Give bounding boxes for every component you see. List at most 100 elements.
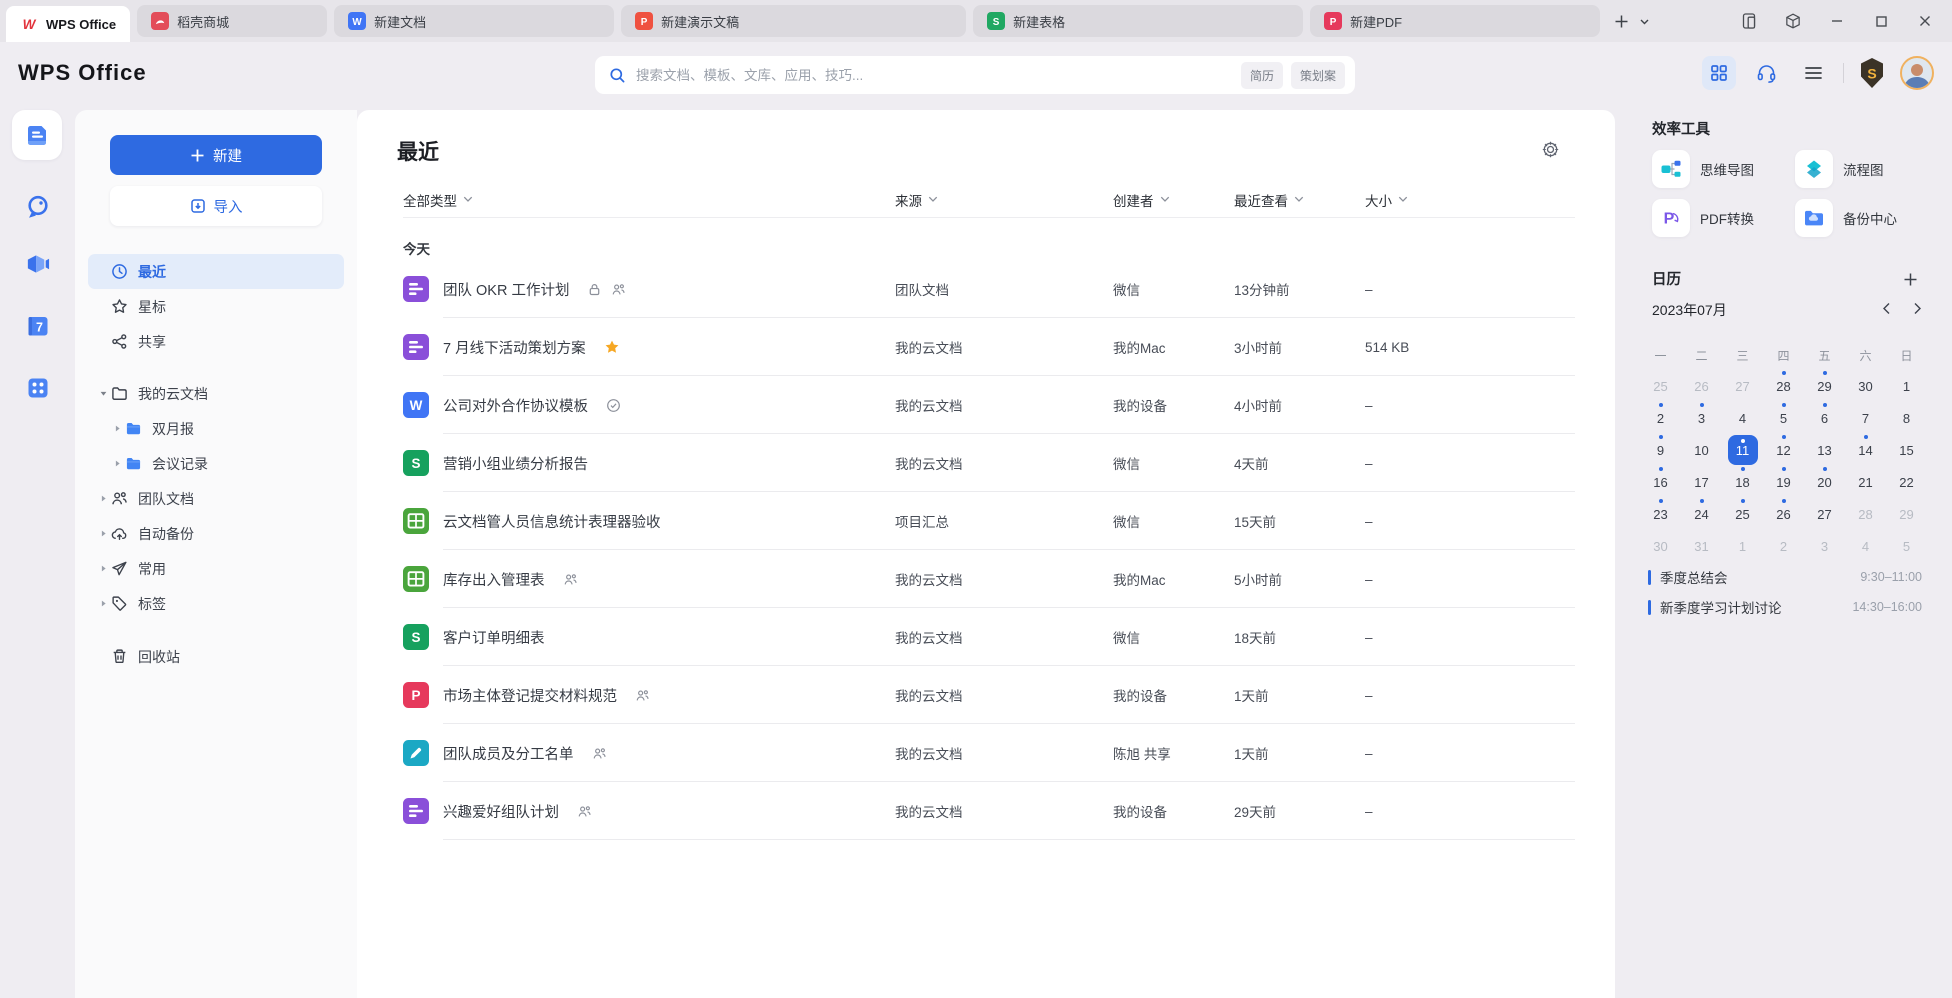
calendar-add-icon[interactable] (1903, 272, 1918, 287)
file-name[interactable]: 7 月线下活动策划方案 (443, 337, 586, 358)
file-name[interactable]: 公司对外合作协议模板 (443, 395, 588, 416)
calendar-day[interactable]: 25 (1640, 370, 1681, 402)
calendar-next-icon[interactable] (1913, 302, 1922, 315)
search-bar[interactable]: 简历 策划案 (595, 56, 1355, 94)
search-tag-plan[interactable]: 策划案 (1291, 62, 1345, 89)
calendar-day[interactable]: 20 (1804, 466, 1845, 498)
sidebar-item-7[interactable]: 自动备份 (88, 516, 344, 551)
calendar-day[interactable]: 9 (1640, 434, 1681, 466)
chat-rail-icon[interactable] (24, 192, 51, 219)
calendar-day[interactable]: 5 (1763, 402, 1804, 434)
calendar-day-selected[interactable]: 11 (1722, 434, 1763, 466)
calendar-day[interactable]: 27 (1804, 498, 1845, 530)
filter-2[interactable]: 创建者 (1113, 190, 1234, 210)
sidebar-item-2[interactable]: 共享 (88, 324, 344, 359)
apps-grid-icon[interactable] (1702, 56, 1736, 90)
calendar-day[interactable]: 19 (1763, 466, 1804, 498)
caret-right-icon[interactable] (95, 491, 111, 507)
file-row-8[interactable]: 团队成员及分工名单我的云文档陈旭 共享1天前– (403, 724, 1575, 782)
file-name[interactable]: 云文档管人员信息统计表理器验收 (443, 511, 661, 532)
sidebar-item-1[interactable]: 星标 (88, 289, 344, 324)
file-row-7[interactable]: P市场主体登记提交材料规范我的云文档我的设备1天前– (403, 666, 1575, 724)
new-button[interactable]: 新建 (110, 135, 322, 175)
calendar-day[interactable]: 29 (1804, 370, 1845, 402)
calendar-day[interactable]: 5 (1886, 530, 1927, 562)
calendar-day[interactable]: 22 (1886, 466, 1927, 498)
file-name[interactable]: 库存出入管理表 (443, 569, 545, 590)
calendar-day[interactable]: 23 (1640, 498, 1681, 530)
calendar-day[interactable]: 29 (1886, 498, 1927, 530)
close-icon[interactable] (1916, 12, 1934, 30)
calendar-day[interactable]: 2 (1763, 530, 1804, 562)
sidebar-item-6[interactable]: 团队文档 (88, 481, 344, 516)
sidebar-item-3[interactable]: 我的云文档 (88, 376, 344, 411)
filter-1[interactable]: 来源 (895, 190, 1113, 210)
file-row-0[interactable]: 团队 OKR 工作计划团队文档微信13分钟前– (403, 260, 1575, 318)
tab-1[interactable]: 稻壳商城 (137, 5, 327, 37)
file-name[interactable]: 团队成员及分工名单 (443, 743, 574, 764)
calendar-day[interactable]: 13 (1804, 434, 1845, 466)
tab-5[interactable]: P新建PDF (1310, 5, 1600, 37)
calendar-day[interactable]: 3 (1804, 530, 1845, 562)
file-row-1[interactable]: 7 月线下活动策划方案我的云文档我的Mac3小时前514 KB (403, 318, 1575, 376)
calendar-day[interactable]: 6 (1804, 402, 1845, 434)
tab-2[interactable]: W新建文档 (334, 5, 614, 37)
calendar-day[interactable]: 3 (1681, 402, 1722, 434)
calendar-day[interactable]: 10 (1681, 434, 1722, 466)
calendar-day[interactable]: 30 (1845, 370, 1886, 402)
file-row-9[interactable]: 兴趣爱好组队计划我的云文档我的设备29天前– (403, 782, 1575, 840)
gear-icon[interactable] (1542, 141, 1559, 158)
file-row-4[interactable]: 云文档管人员信息统计表理器验收项目汇总微信15天前– (403, 492, 1575, 550)
filter-3[interactable]: 最近查看 (1234, 190, 1365, 210)
calendar-rail-icon[interactable]: 7 (24, 312, 51, 339)
file-name[interactable]: 兴趣爱好组队计划 (443, 801, 559, 822)
calendar-day[interactable]: 1 (1722, 530, 1763, 562)
tool-0[interactable]: 思维导图 (1652, 150, 1795, 188)
file-row-2[interactable]: W公司对外合作协议模板我的云文档我的设备4小时前– (403, 376, 1575, 434)
calendar-day[interactable]: 24 (1681, 498, 1722, 530)
file-row-6[interactable]: S客户订单明细表我的云文档微信18天前– (403, 608, 1575, 666)
calendar-day[interactable]: 16 (1640, 466, 1681, 498)
minimize-icon[interactable] (1828, 12, 1846, 30)
member-badge-icon[interactable]: S (1857, 57, 1887, 89)
search-tag-resume[interactable]: 简历 (1241, 62, 1283, 89)
calendar-day[interactable]: 27 (1722, 370, 1763, 402)
calendar-event-1[interactable]: 新季度学习计划讨论14:30–16:00 (1648, 592, 1922, 622)
caret-right-icon[interactable] (95, 526, 111, 542)
calendar-day[interactable]: 31 (1681, 530, 1722, 562)
caret-right-icon[interactable] (95, 596, 111, 612)
filter-0[interactable]: 全部类型 (403, 190, 895, 210)
calendar-day[interactable]: 12 (1763, 434, 1804, 466)
sidebar-item-10[interactable]: 回收站 (88, 639, 344, 674)
calendar-day[interactable]: 26 (1681, 370, 1722, 402)
calendar-day[interactable]: 7 (1845, 402, 1886, 434)
meeting-rail-icon[interactable] (24, 250, 51, 277)
calendar-day[interactable]: 17 (1681, 466, 1722, 498)
user-avatar[interactable] (1900, 56, 1934, 90)
calendar-day[interactable]: 18 (1722, 466, 1763, 498)
calendar-day[interactable]: 28 (1845, 498, 1886, 530)
rail-item-active[interactable] (12, 110, 62, 160)
calendar-day[interactable]: 2 (1640, 402, 1681, 434)
filter-4[interactable]: 大小 (1365, 190, 1575, 210)
workspace-icon[interactable] (1784, 12, 1802, 30)
phone-sync-icon[interactable] (1740, 12, 1758, 30)
calendar-day[interactable]: 30 (1640, 530, 1681, 562)
import-button[interactable]: 导入 (110, 186, 322, 226)
maximize-icon[interactable] (1872, 12, 1890, 30)
calendar-prev-icon[interactable] (1882, 302, 1891, 315)
calendar-day[interactable]: 4 (1845, 530, 1886, 562)
star-filled-icon[interactable] (604, 339, 620, 355)
caret-right-icon[interactable] (109, 456, 125, 472)
sidebar-item-9[interactable]: 标签 (88, 586, 344, 621)
support-headset-icon[interactable] (1749, 56, 1783, 90)
sidebar-item-8[interactable]: 常用 (88, 551, 344, 586)
sidebar-item-0[interactable]: 最近 (88, 254, 344, 289)
calendar-day[interactable]: 1 (1886, 370, 1927, 402)
file-row-5[interactable]: 库存出入管理表我的云文档我的Mac5小时前– (403, 550, 1575, 608)
file-name[interactable]: 营销小组业绩分析报告 (443, 453, 588, 474)
tab-0[interactable]: WWPS Office (6, 6, 130, 42)
calendar-day[interactable]: 14 (1845, 434, 1886, 466)
sidebar-item-4[interactable]: 双月报 (88, 411, 344, 446)
new-tab-button[interactable] (1614, 14, 1629, 29)
